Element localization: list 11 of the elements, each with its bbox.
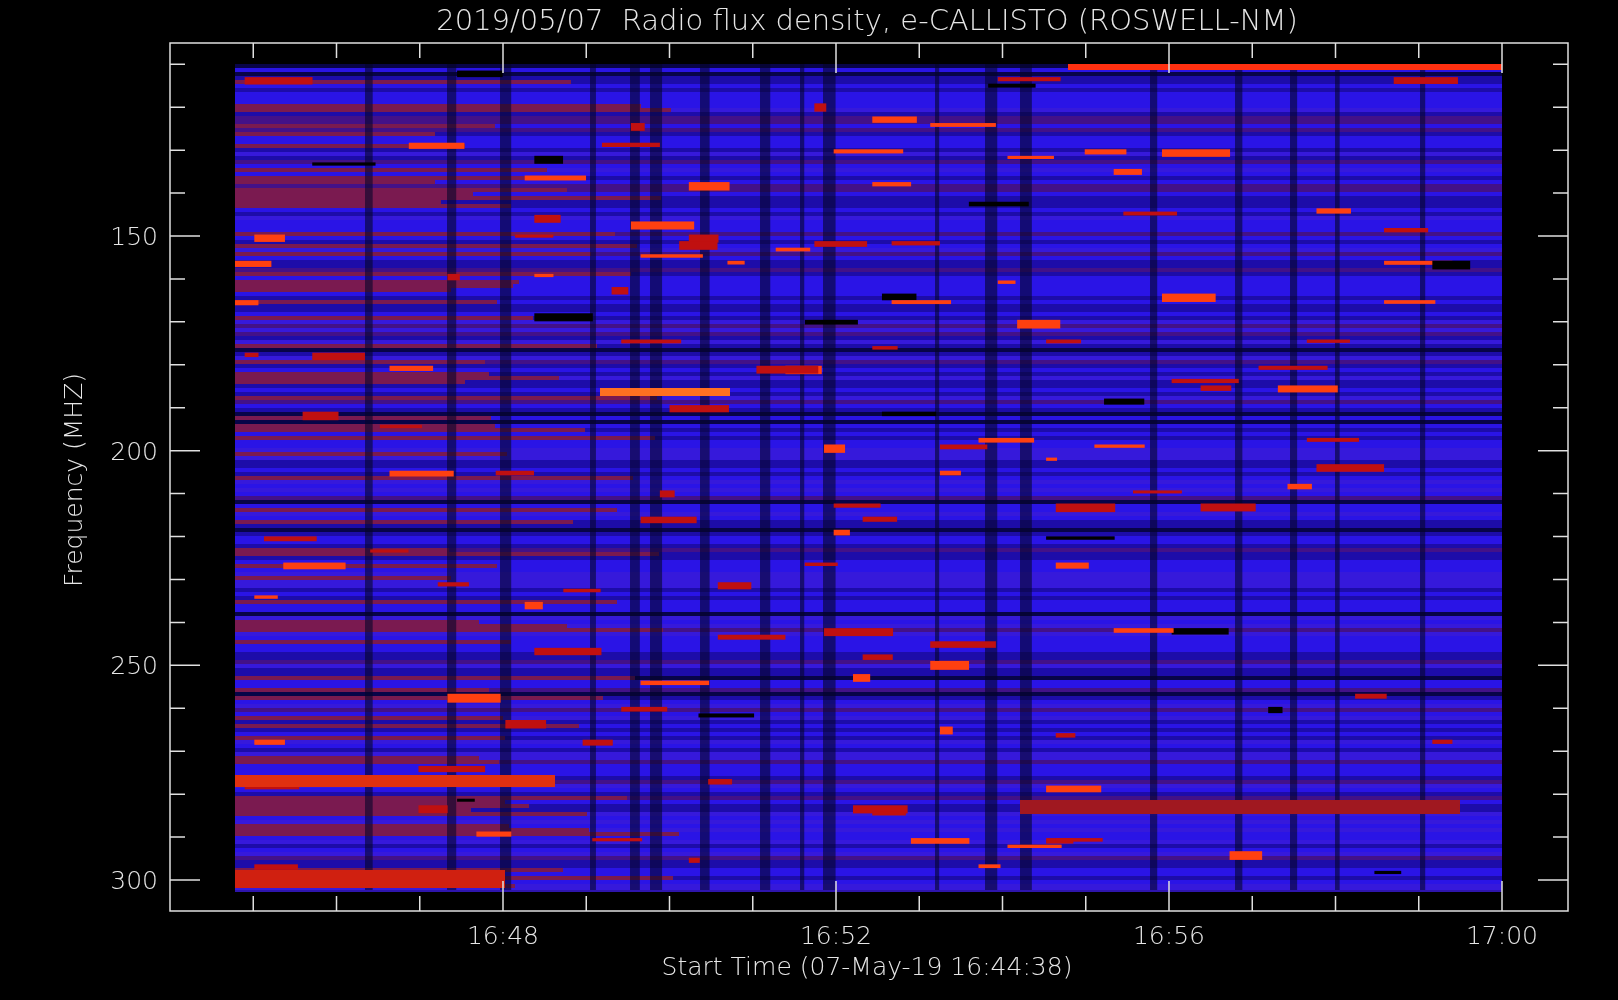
- x-axis-label: Start Time (07-May-19 16:44:38): [661, 952, 1073, 981]
- x-tick-label: 16:56: [1133, 921, 1205, 950]
- y-tick-label: 150: [110, 222, 158, 251]
- x-tick-label: 16:52: [800, 921, 872, 950]
- x-tick-label: 16:48: [467, 921, 539, 950]
- chart-title: 2019/05/07 Radio flux density, e-CALLISTO (ROSWELL-NM): [436, 3, 1298, 37]
- y-tick-label: 300: [110, 866, 158, 895]
- y-axis-label: Frequency (MHZ): [59, 372, 88, 588]
- x-tick-label: 17:00: [1466, 921, 1538, 950]
- y-tick-label: 250: [110, 651, 158, 681]
- y-tick-label: 200: [110, 436, 158, 466]
